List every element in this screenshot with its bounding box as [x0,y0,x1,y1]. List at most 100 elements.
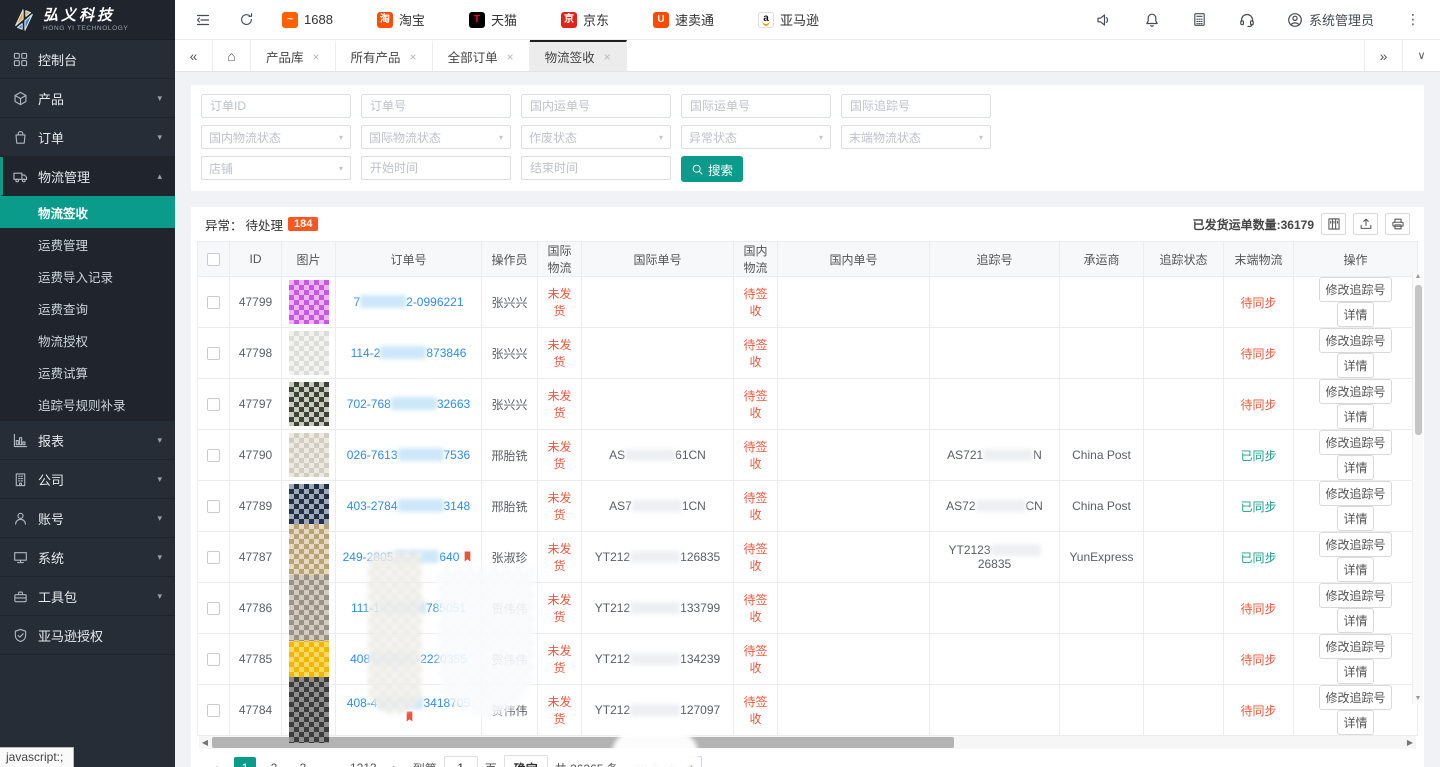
tab-product-lib[interactable]: 产品库× [251,40,336,71]
sidebar-item-freight-manage[interactable]: 运费管理 [0,228,175,260]
page-button-2[interactable]: 2 [263,757,285,767]
marketplace-link-jd[interactable]: 京京东 [561,10,609,29]
order-number-link[interactable]: 408-2220355 [350,652,467,666]
order-number-link[interactable]: 249-2805640 [343,550,460,564]
order-number-link[interactable]: 111-1785051 [351,601,466,615]
date-input-2[interactable] [521,156,671,180]
order-number-link[interactable]: 403-27843148 [347,499,470,513]
row-checkbox[interactable] [207,551,220,564]
headset-icon[interactable] [1239,12,1255,28]
edit-tracking-button[interactable]: 修改追踪号 [1319,328,1391,353]
search-input-4[interactable] [681,94,831,118]
date-input-1[interactable] [361,156,511,180]
vertical-scroll-thumb[interactable] [1415,285,1422,435]
per-page-select[interactable]: 30 条/页 ∨ [626,756,702,767]
page-button-1[interactable]: 1 [234,757,256,767]
sidebar-item-freight-trial[interactable]: 运费试算 [0,356,175,388]
print-button[interactable] [1385,213,1410,235]
search-button[interactable]: 搜索 [681,156,743,182]
row-checkbox[interactable] [207,704,220,717]
marketplace-link-amazon[interactable]: a亚马逊 [758,10,819,29]
scroll-down-icon[interactable]: ▼ [1415,694,1422,704]
pending-link[interactable]: 待处理 [246,215,284,234]
sidebar-item-logistics[interactable]: 物流管理▴ [0,157,175,196]
sidebar-item-tracking-rule[interactable]: 追踪号规则补录 [0,388,175,420]
edit-tracking-button[interactable]: 修改追踪号 [1319,379,1391,404]
detail-button[interactable]: 详情 [1337,557,1373,582]
prev-page-icon[interactable]: ‹ [205,757,227,767]
table-horizontal-scrollbar[interactable]: ◀ ▶ [199,736,1416,749]
edit-tracking-button[interactable]: 修改追踪号 [1319,277,1391,302]
detail-button[interactable]: 详情 [1337,353,1373,378]
scroll-up-icon[interactable]: ▲ [1415,272,1422,282]
edit-tracking-button[interactable]: 修改追踪号 [1319,481,1391,506]
announcement-icon[interactable] [1096,12,1112,28]
columns-setting-button[interactable] [1321,213,1346,235]
sidebar-item-product[interactable]: 产品▾ [0,79,175,118]
sidebar-item-account[interactable]: 账号▾ [0,499,175,538]
close-icon[interactable]: × [313,50,320,64]
collapse-sidebar-icon[interactable] [195,12,211,28]
order-number-link[interactable]: 408-43418705 [347,696,470,710]
close-icon[interactable]: × [410,50,417,64]
user-menu[interactable]: 系统管理员 [1287,10,1374,29]
detail-button[interactable]: 详情 [1337,506,1373,531]
row-checkbox[interactable] [207,347,220,360]
next-page-icon[interactable]: › [384,757,406,767]
edit-tracking-button[interactable]: 修改追踪号 [1319,430,1391,455]
tab-logistics-receipt[interactable]: 物流签收× [530,40,627,71]
marketplace-link-aliexpress[interactable]: U速卖通 [653,10,714,29]
sidebar-item-report[interactable]: 报表▾ [0,421,175,460]
detail-button[interactable]: 详情 [1337,404,1373,429]
filter-select-4[interactable]: 异常状态▾ [681,125,831,149]
sidebar-item-system[interactable]: 系统▾ [0,538,175,577]
sidebar-item-company[interactable]: 公司▾ [0,460,175,499]
detail-button[interactable]: 详情 [1337,455,1373,480]
filter-select-1[interactable]: 国内物流状态▾ [201,125,351,149]
detail-button[interactable]: 详情 [1337,710,1373,735]
marketplace-link-tmall[interactable]: T天猫 [469,10,517,29]
marketplace-link-1688[interactable]: ~1688 [282,12,333,28]
order-number-link[interactable]: 114-2873846 [351,346,467,360]
row-checkbox[interactable] [207,653,220,666]
search-input-5[interactable] [841,94,991,118]
row-checkbox[interactable] [207,449,220,462]
more-vertical-icon[interactable]: ⋮ [1406,11,1420,28]
search-input-3[interactable] [521,94,671,118]
close-icon[interactable]: × [507,50,514,64]
shop-select[interactable]: 店铺▾ [201,156,351,180]
sidebar-item-logistics-receipt[interactable]: 物流签收 [0,196,175,228]
row-checkbox[interactable] [207,398,220,411]
export-button[interactable] [1353,213,1378,235]
table-vertical-scrollbar[interactable]: ▲ ▼ [1412,272,1423,704]
edit-tracking-button[interactable]: 修改追踪号 [1319,532,1391,557]
filter-select-3[interactable]: 作废状态▾ [521,125,671,149]
edit-tracking-button[interactable]: 修改追踪号 [1319,685,1391,710]
scroll-left-icon[interactable]: ◀ [199,738,211,747]
edit-tracking-button[interactable]: 修改追踪号 [1319,583,1391,608]
sidebar-item-toolbox[interactable]: 工具包▾ [0,577,175,616]
tabs-scroll-left-icon[interactable]: « [175,40,213,71]
sidebar-item-freight-import[interactable]: 运费导入记录 [0,260,175,292]
bell-icon[interactable] [1144,12,1160,28]
sidebar-item-logistics-auth[interactable]: 物流授权 [0,324,175,356]
detail-button[interactable]: 详情 [1337,302,1373,327]
sidebar-item-console[interactable]: 控制台 [0,40,175,79]
filter-select-2[interactable]: 国际物流状态▾ [361,125,511,149]
search-input-2[interactable] [361,94,511,118]
close-icon[interactable]: × [604,50,611,64]
tabs-menu-icon[interactable]: ∨ [1402,40,1440,71]
row-checkbox[interactable] [207,500,220,513]
marketplace-link-taobao[interactable]: 淘淘宝 [377,10,425,29]
order-number-link[interactable]: 72-0996221 [353,295,463,309]
confirm-page-button[interactable]: 确定 [504,755,548,767]
search-input-1[interactable] [201,94,351,118]
scroll-right-icon[interactable]: ▶ [1404,738,1416,747]
sidebar-item-order[interactable]: 订单▾ [0,118,175,157]
tab-all-products[interactable]: 所有产品× [336,40,433,71]
select-all-checkbox[interactable] [207,253,220,266]
sidebar-item-freight-query[interactable]: 运费查询 [0,292,175,324]
home-tab[interactable]: ⌂ [213,40,251,71]
detail-button[interactable]: 详情 [1337,608,1373,633]
filter-select-5[interactable]: 末端物流状态▾ [841,125,991,149]
